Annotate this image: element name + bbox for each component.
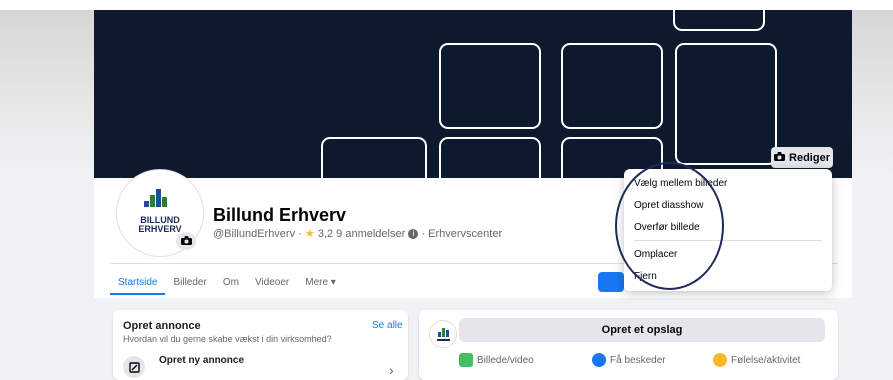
billund-logo: BILLUND ERHVERV xyxy=(130,187,190,237)
edit-cover-button[interactable]: Rediger xyxy=(771,147,833,168)
cover-pattern xyxy=(321,10,777,178)
edit-cover-label: Rediger xyxy=(789,151,830,164)
edit-icon xyxy=(123,356,145,378)
star-icon: ★ xyxy=(304,228,315,240)
photo-video-label: Billede/video xyxy=(477,354,534,366)
create-ad-subtitle: Hvordan vil du gerne skabe vækst i din v… xyxy=(123,334,332,344)
feeling-activity-action[interactable]: Følelse/aktivitet xyxy=(713,353,800,367)
get-messages-label: Få beskeder xyxy=(610,354,666,366)
avatar-camera-button[interactable] xyxy=(176,232,196,250)
camera-icon xyxy=(774,151,786,164)
page-tabs: Startside Billeder Om Videoer Mere ▾ xyxy=(110,271,344,295)
tab-startside[interactable]: Startside xyxy=(110,271,166,295)
create-post-card: Opret et opslag Billede/video Få beskede… xyxy=(419,310,838,380)
create-post-button[interactable]: Opret et opslag xyxy=(459,318,825,342)
rating-text[interactable]: 3,2 9 anmeldelser xyxy=(318,228,405,240)
page-category[interactable]: Erhvervscenter xyxy=(428,228,502,240)
smiley-icon xyxy=(713,353,727,367)
primary-action-button[interactable] xyxy=(598,272,624,292)
tab-billeder[interactable]: Billeder xyxy=(165,271,214,295)
camera-icon xyxy=(180,232,192,250)
page-background-left xyxy=(0,10,94,178)
highlight-circle xyxy=(615,162,724,290)
post-avatar xyxy=(429,320,457,348)
see-all-link[interactable]: Se alle xyxy=(372,320,403,331)
info-icon[interactable]: i xyxy=(408,229,419,240)
feeling-activity-label: Følelse/aktivitet xyxy=(731,354,801,366)
page-handle: @BillundErhverv xyxy=(213,228,296,240)
photo-icon xyxy=(459,353,473,367)
tab-videoer[interactable]: Videoer xyxy=(247,271,297,295)
page-title: Billund Erhverv xyxy=(213,205,347,225)
chevron-right-icon[interactable]: › xyxy=(389,362,394,378)
create-ad-card: Opret annonce Se alle Hvordan vil du ger… xyxy=(113,310,408,380)
cover-photo[interactable] xyxy=(94,10,852,178)
photo-video-action[interactable]: Billede/video xyxy=(459,353,534,367)
browser-top-band xyxy=(0,0,893,10)
get-messages-action[interactable]: Få beskeder xyxy=(592,353,666,367)
page-meta: @BillundErhverv · ★ 3,2 9 anmeldelser i … xyxy=(213,228,503,240)
new-ad-button[interactable]: Opret ny annonce xyxy=(159,355,244,366)
tab-om[interactable]: Om xyxy=(215,271,247,295)
page-background-right xyxy=(852,10,893,178)
create-ad-title: Opret annonce xyxy=(123,320,201,332)
tab-mere[interactable]: Mere ▾ xyxy=(297,271,344,295)
messenger-icon xyxy=(592,353,606,367)
